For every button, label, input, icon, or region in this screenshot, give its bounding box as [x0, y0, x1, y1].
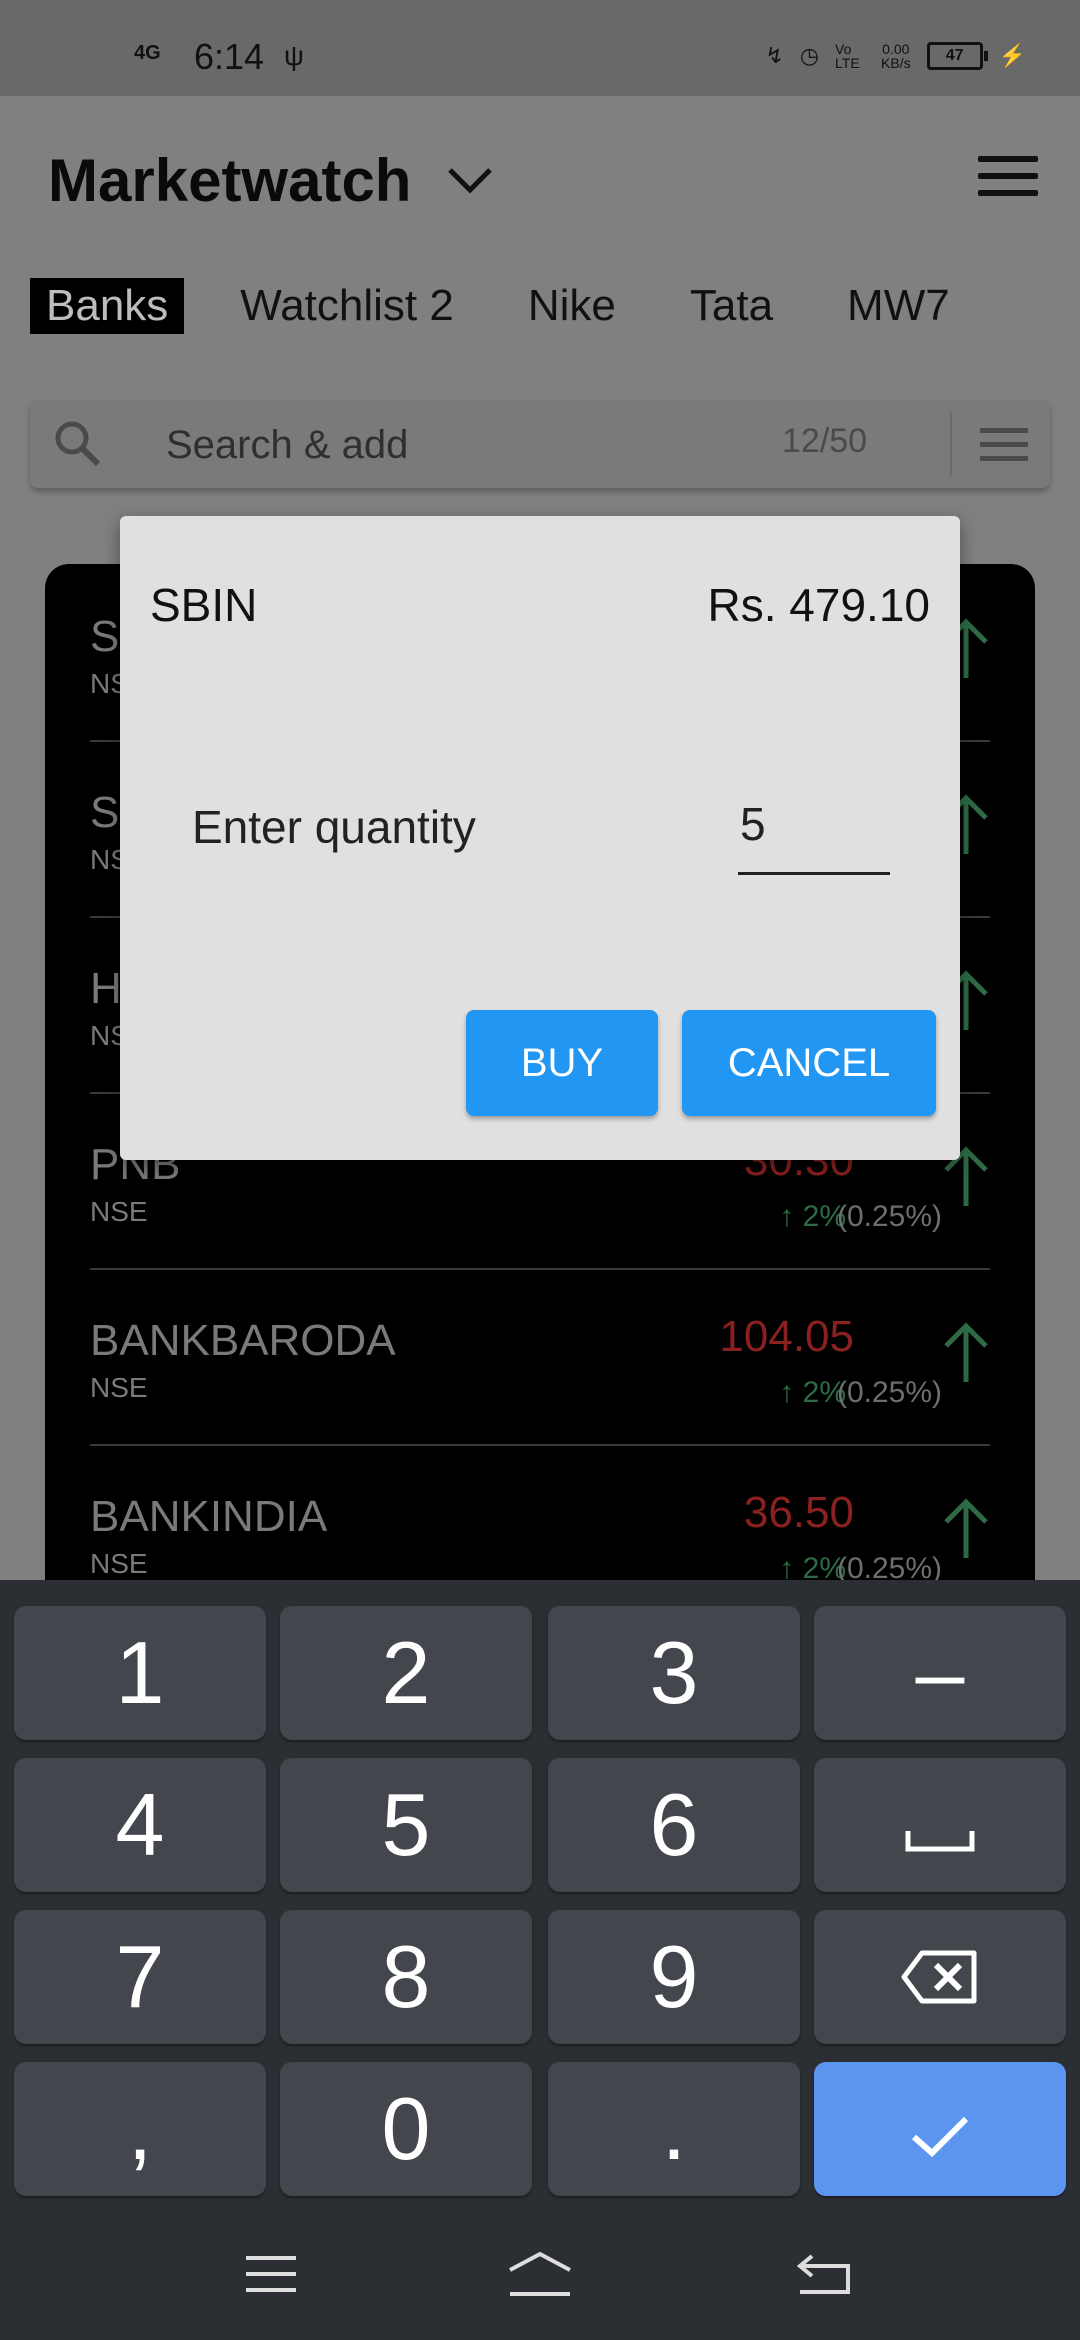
backspace-key[interactable]	[814, 1910, 1066, 2044]
key-9[interactable]: 9	[548, 1910, 800, 2044]
key-0[interactable]: 0	[280, 2062, 532, 2196]
volte-indicator: Vo LTE	[835, 41, 860, 71]
list-item[interactable]: BANKBARODA NSE 104.05 ↑ 2% (0.25%)	[90, 1268, 990, 1446]
battery-icon: 47	[926, 42, 988, 70]
stock-change-percent: (0.25%)	[836, 1376, 942, 1409]
key-2[interactable]: 2	[280, 1606, 532, 1740]
stock-exchange: NSE	[90, 1548, 148, 1579]
stock-change-percent: (0.25%)	[836, 1200, 942, 1233]
key-1[interactable]: 1	[14, 1606, 266, 1740]
recent-apps-icon[interactable]	[244, 2254, 298, 2294]
tab-watchlist-2[interactable]: Watchlist 2	[224, 278, 470, 334]
back-icon[interactable]	[796, 2252, 852, 2296]
dialog-symbol: SBIN	[150, 579, 258, 631]
search-divider	[950, 412, 952, 476]
dialog-price: Rs. 479.10	[707, 579, 930, 631]
stock-symbol: H	[90, 964, 122, 1013]
data-rate: 0.00 KB/s	[881, 42, 911, 70]
space-key[interactable]	[814, 1758, 1066, 1892]
key-5[interactable]: 5	[280, 1758, 532, 1892]
chevron-down-icon[interactable]	[446, 160, 494, 200]
stock-symbol: BANKINDIA	[90, 1492, 328, 1541]
stock-price: 36.50	[743, 1488, 854, 1537]
stock-symbol: S	[90, 788, 120, 837]
tab-nike[interactable]: Nike	[512, 278, 632, 334]
enter-key[interactable]	[814, 2062, 1066, 2196]
tab-mw7[interactable]: MW7	[831, 278, 966, 334]
status-time: 6:14	[194, 36, 265, 77]
key-4[interactable]: 4	[14, 1758, 266, 1892]
quantity-input[interactable]	[738, 784, 890, 875]
search-input[interactable]	[164, 414, 688, 476]
alarm-icon: ◷	[799, 43, 820, 68]
stock-exchange: NSE	[90, 1196, 148, 1227]
buy-order-dialog: SBIN Rs. 479.10 Enter quantity BUY CANCE…	[120, 516, 960, 1160]
tab-banks[interactable]: Banks	[30, 278, 185, 334]
status-icons: ↯ ◷ Vo LTE 0.00 KB/s 47 ⚡	[765, 42, 1026, 70]
hamburger-menu-icon[interactable]	[978, 156, 1038, 200]
list-menu-icon[interactable]	[980, 428, 1028, 470]
app-header: Marketwatch Banks Watchlist 2 Nike Tata …	[0, 96, 1080, 442]
key-7[interactable]: 7	[14, 1910, 266, 2044]
buy-button[interactable]: BUY	[466, 1010, 658, 1116]
page-title: Marketwatch	[48, 147, 412, 214]
home-icon[interactable]	[506, 2250, 574, 2298]
space-icon	[905, 1831, 975, 1852]
cancel-button[interactable]: CANCEL	[682, 1010, 936, 1116]
charging-icon: ⚡	[998, 43, 1026, 68]
backspace-icon	[901, 1950, 977, 2004]
watchlist-count: 12/50	[782, 422, 868, 460]
tab-tata[interactable]: Tata	[674, 278, 789, 334]
status-bar: 4G 6:14 ψ ↯ ◷ Vo LTE 0.00 KB/s 47 ⚡	[0, 0, 1080, 96]
search-icon[interactable]	[52, 418, 104, 470]
system-nav-bar	[0, 2206, 1080, 2340]
checkmark-icon	[912, 2116, 969, 2158]
key-comma[interactable]: ,	[14, 2062, 266, 2196]
key-6[interactable]: 6	[548, 1758, 800, 1892]
quantity-label: Enter quantity	[192, 801, 476, 853]
stock-symbol: BANKBARODA	[90, 1316, 396, 1365]
data-rate-unit: KB/s	[881, 55, 911, 71]
bluetooth-icon: ↯	[765, 43, 784, 68]
search-bar: 12/50	[30, 400, 1050, 488]
network-indicator: 4G	[134, 42, 161, 64]
arrow-up-icon	[944, 1322, 988, 1382]
key-8[interactable]: 8	[280, 1910, 532, 2044]
stock-symbol: S	[90, 612, 120, 661]
key-period[interactable]: .	[548, 2062, 800, 2196]
key-minus[interactable]: –	[814, 1606, 1066, 1740]
stock-exchange: NSE	[90, 1372, 148, 1403]
watchlist-tabs: Banks Watchlist 2 Nike Tata MW7	[30, 278, 1008, 334]
usb-icon: ψ	[284, 40, 304, 71]
stock-price: 104.05	[719, 1312, 854, 1361]
key-3[interactable]: 3	[548, 1606, 800, 1740]
arrow-up-icon	[944, 1498, 988, 1558]
